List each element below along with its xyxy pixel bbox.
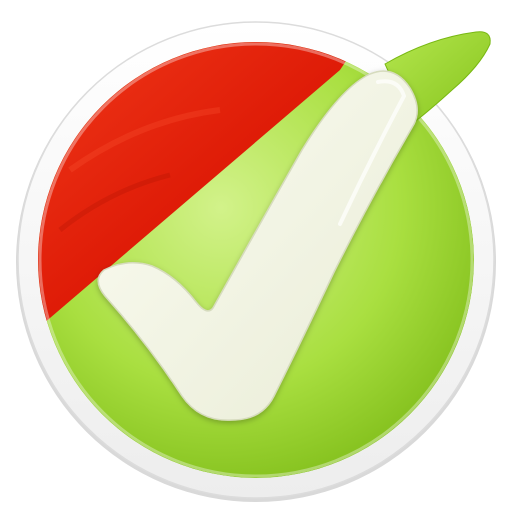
- app-icon: [0, 0, 512, 512]
- checkmark-icon: [16, 21, 496, 502]
